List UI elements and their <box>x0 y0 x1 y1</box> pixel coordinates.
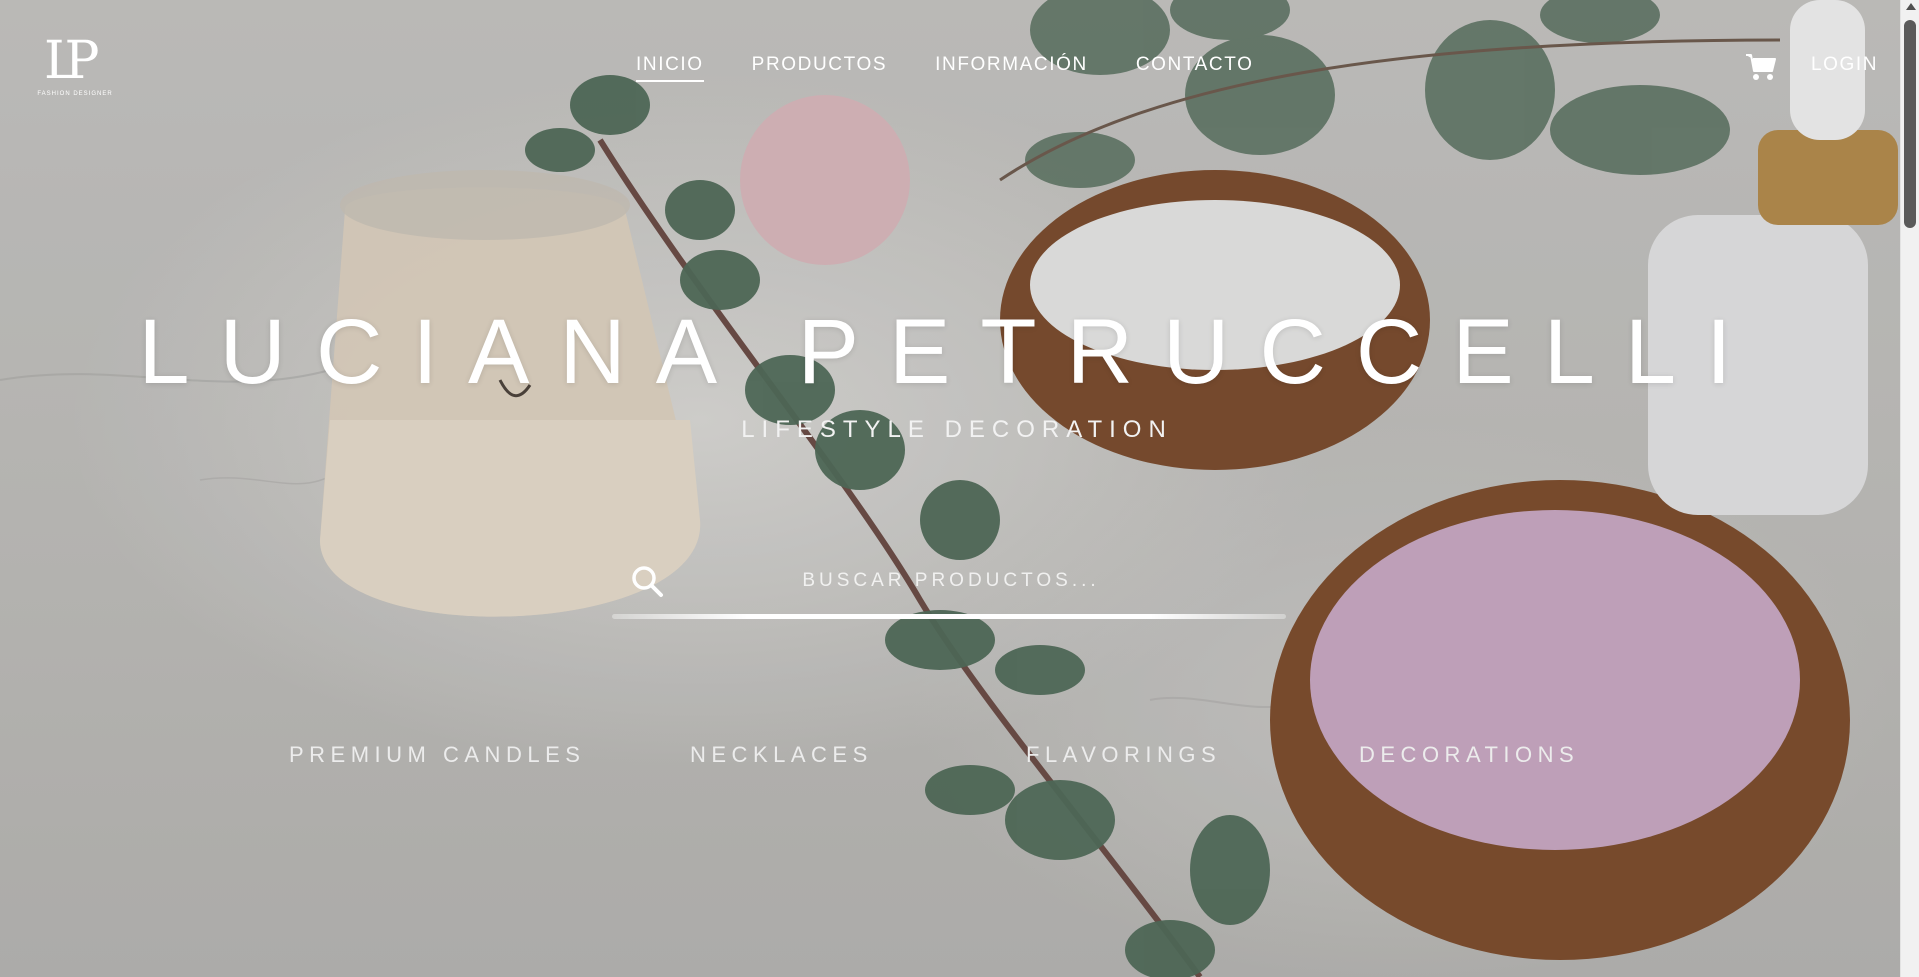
nav-item-informacion[interactable]: INFORMACIÓN <box>935 54 1088 82</box>
login-link[interactable]: LOGIN <box>1811 54 1878 76</box>
scroll-up-arrow-icon[interactable] <box>1906 3 1916 10</box>
category-premium-candles[interactable]: PREMIUM CANDLES <box>289 742 585 768</box>
search-underline <box>612 614 1286 619</box>
page-scrollbar[interactable] <box>1900 0 1919 977</box>
category-decorations[interactable]: DECORATIONS <box>1359 742 1579 768</box>
cart-icon[interactable] <box>1745 52 1777 82</box>
brand-logo[interactable]: LP FASHION DESIGNER <box>34 32 116 102</box>
main-nav: INICIO PRODUCTOS INFORMACIÓN CONTACTO <box>636 54 1254 82</box>
hero-subtitle: LIFESTYLE DECORATION <box>741 416 1173 443</box>
nav-item-productos[interactable]: PRODUCTOS <box>752 54 887 82</box>
search-icon[interactable] <box>630 564 666 600</box>
logo-mark: LP <box>44 31 99 91</box>
logo-subtitle: FASHION DESIGNER <box>37 91 113 97</box>
hero-title: LUCIANA PETRUCCELLI <box>138 301 1762 403</box>
nav-item-inicio[interactable]: INICIO <box>636 54 704 82</box>
search-bar <box>612 556 1290 620</box>
nav-item-contacto[interactable]: CONTACTO <box>1136 54 1254 82</box>
category-flavorings[interactable]: FLAVORINGS <box>1026 742 1221 768</box>
search-input[interactable] <box>612 556 1290 606</box>
hero-overlay <box>0 0 1900 977</box>
category-links: PREMIUM CANDLES NECKLACES FLAVORINGS DEC… <box>0 742 1900 772</box>
category-necklaces[interactable]: NECKLACES <box>690 742 873 768</box>
page: LP FASHION DESIGNER INICIO PRODUCTOS INF… <box>0 0 1919 977</box>
scrollbar-thumb[interactable] <box>1904 20 1916 228</box>
